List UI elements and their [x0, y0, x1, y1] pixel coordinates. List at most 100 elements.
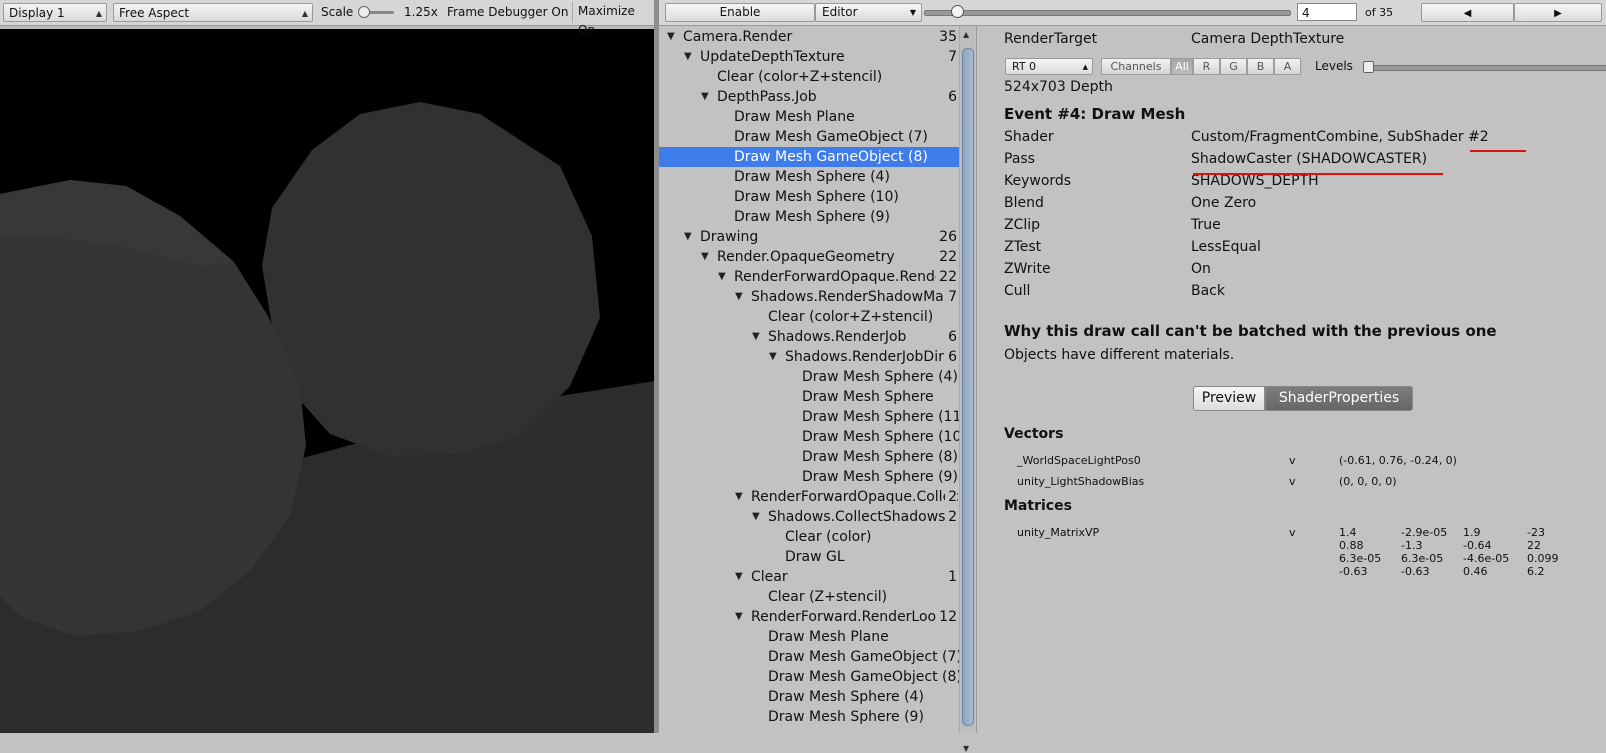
tree-row[interactable]: Draw Mesh Plane	[659, 107, 961, 127]
tree-row[interactable]: Draw Mesh Sphere (11)	[659, 407, 961, 427]
enable-button[interactable]: Enable	[665, 3, 815, 22]
channel-a-button[interactable]: A	[1274, 58, 1301, 75]
expand-triangle-icon[interactable]: ▼	[684, 227, 692, 247]
tree-row[interactable]: Draw Mesh GameObject (7)	[659, 127, 961, 147]
tree-row[interactable]: Draw Mesh GameObject (7)	[659, 647, 961, 667]
scroll-down-icon[interactable]: ▼	[963, 744, 969, 753]
matrix-cell: -2.9e-05	[1401, 526, 1448, 539]
vector-name: _WorldSpaceLightPos0	[1017, 454, 1141, 467]
expand-triangle-icon[interactable]: ▼	[684, 47, 692, 67]
matrix-cell: 22	[1527, 539, 1541, 552]
tree-row[interactable]: Draw Mesh Plane	[659, 627, 961, 647]
render-target-label: RenderTarget	[1004, 31, 1098, 47]
tree-row[interactable]: Clear (Z+stencil)	[659, 587, 961, 607]
frame-debugger-toggle[interactable]: Frame Debugger On	[442, 3, 568, 22]
expand-triangle-icon[interactable]: ▼	[735, 487, 743, 507]
tab-preview[interactable]: Preview	[1193, 386, 1265, 411]
tree-row[interactable]: ▼ Camera.Render 35	[659, 27, 961, 47]
channel-g-button[interactable]: G	[1220, 58, 1247, 75]
matrix-cell: 6.3e-05	[1339, 552, 1382, 565]
expand-triangle-icon[interactable]: ▼	[735, 287, 743, 307]
scrollbar-thumb[interactable]	[962, 48, 974, 726]
tree-row[interactable]: Draw Mesh Sphere (4)	[659, 167, 961, 187]
channel-b-button[interactable]: B	[1247, 58, 1274, 75]
levels-slider-track[interactable]	[1365, 65, 1606, 71]
display-dropdown-label: Display 1	[9, 6, 65, 20]
expand-triangle-icon[interactable]: ▼	[718, 267, 726, 287]
event-index-field[interactable]: 4	[1297, 3, 1357, 21]
arrow-right-icon: ▶	[1554, 8, 1562, 19]
tree-row[interactable]: Draw Mesh Sphere (4)	[659, 367, 961, 387]
tree-row[interactable]: ▼ Shadows.CollectShadows 2	[659, 507, 961, 527]
expand-triangle-icon[interactable]: ▼	[735, 567, 743, 587]
aspect-dropdown[interactable]: Free Aspect ▲	[113, 3, 313, 22]
tree-row[interactable]: Draw Mesh Sphere (9)	[659, 707, 961, 727]
game-viewport[interactable]	[0, 26, 655, 733]
tree-row[interactable]: ▼ Shadows.RenderJob 6	[659, 327, 961, 347]
tree-row[interactable]: ▼ RenderForwardOpaque.Render 22	[659, 267, 961, 287]
tree-row-label: Render.OpaqueGeometry	[717, 249, 895, 265]
property-value: On	[1191, 261, 1211, 277]
frame-debugger-toolbar: Enable Editor ▼ 4 of 35 ◀ ▶	[659, 0, 1606, 26]
tab-shader-properties[interactable]: ShaderProperties	[1265, 386, 1413, 411]
tree-row[interactable]: Draw Mesh GameObject (8)	[659, 667, 961, 687]
tree-row[interactable]: Draw Mesh Sphere (9)	[659, 467, 961, 487]
render-target-value: Camera DepthTexture	[1191, 31, 1345, 47]
tree-row-label: Draw Mesh Sphere (8)	[802, 449, 958, 465]
tree-row[interactable]: ▼ RenderForward.RenderLoopJob 12	[659, 607, 961, 627]
levels-slider-thumb[interactable]	[1363, 61, 1374, 73]
tree-row[interactable]: Clear (color+Z+stencil)	[659, 67, 961, 87]
tree-row[interactable]: ▼ DepthPass.Job 6	[659, 87, 961, 107]
expand-triangle-icon[interactable]: ▼	[701, 87, 709, 107]
previous-event-button[interactable]: ◀	[1421, 3, 1514, 22]
scroll-up-icon[interactable]: ▲	[963, 30, 969, 39]
matrix-cell: 0.88	[1339, 539, 1364, 552]
display-dropdown[interactable]: Display 1 ▲	[3, 3, 107, 22]
resolution-label: 524x703 Depth	[1004, 79, 1113, 95]
property-label: ZTest	[1004, 239, 1042, 255]
matrix-cell: -0.63	[1339, 565, 1368, 578]
tree-row[interactable]: Draw Mesh Sphere (4)	[659, 687, 961, 707]
expand-triangle-icon[interactable]: ▼	[735, 607, 743, 627]
tree-row[interactable]: Draw Mesh Sphere (10)	[659, 187, 961, 207]
scale-slider-thumb[interactable]	[358, 6, 370, 18]
channel-r-button[interactable]: R	[1193, 58, 1220, 75]
property-label: Shader	[1004, 129, 1054, 145]
channel-all-button[interactable]: All	[1171, 58, 1193, 75]
tree-row-label: Draw Mesh Sphere	[802, 389, 934, 405]
tree-row[interactable]: Draw Mesh GameObject (8)	[659, 147, 961, 167]
tree-row[interactable]: ▼ Drawing 26	[659, 227, 961, 247]
tree-row[interactable]: Draw Mesh Sphere (10)	[659, 427, 961, 447]
tree-row-label: Draw Mesh GameObject (8)	[734, 149, 928, 165]
tree-row[interactable]: Clear (color+Z+stencil)	[659, 307, 961, 327]
maximize-on-play-toggle[interactable]: Maximize On	[572, 2, 655, 37]
tree-row[interactable]: Draw Mesh Sphere	[659, 387, 961, 407]
vector-type: v	[1289, 454, 1296, 467]
tree-row[interactable]: ▼ RenderForwardOpaque.CollectShadows2	[659, 487, 961, 507]
event-slider-thumb[interactable]	[951, 5, 965, 18]
expand-triangle-icon[interactable]: ▼	[667, 27, 675, 47]
tree-row-label: Draw Mesh Plane	[734, 109, 855, 125]
next-event-button[interactable]: ▶	[1514, 3, 1602, 22]
expand-triangle-icon[interactable]: ▼	[752, 507, 760, 527]
editor-dropdown[interactable]: Editor ▼	[815, 3, 922, 22]
expand-triangle-icon[interactable]: ▼	[752, 327, 760, 347]
expand-triangle-icon[interactable]: ▼	[769, 347, 777, 367]
tree-row[interactable]: Draw GL	[659, 547, 961, 567]
hierarchy-scrollbar[interactable]: ▲ ▼	[959, 26, 975, 753]
tree-row-label: DepthPass.Job	[717, 89, 817, 105]
event-slider-track[interactable]	[924, 10, 1291, 16]
expand-triangle-icon[interactable]: ▼	[701, 247, 709, 267]
tree-row[interactable]: Draw Mesh Sphere (9)	[659, 207, 961, 227]
tree-row-count: 6	[945, 87, 957, 107]
property-value: SHADOWS_DEPTH	[1191, 173, 1319, 189]
tree-row[interactable]: ▼ Shadows.RenderJobDir 6	[659, 347, 961, 367]
tree-row[interactable]: ▼ Shadows.RenderShadowMap 7	[659, 287, 961, 307]
tree-row[interactable]: ▼ UpdateDepthTexture 7	[659, 47, 961, 67]
property-value: Back	[1191, 283, 1225, 299]
tree-row[interactable]: Clear (color)	[659, 527, 961, 547]
tree-row[interactable]: ▼ Clear 1	[659, 567, 961, 587]
tree-row[interactable]: Draw Mesh Sphere (8)	[659, 447, 961, 467]
render-target-dropdown[interactable]: RT 0 ▲	[1005, 58, 1093, 75]
tree-row[interactable]: ▼ Render.OpaqueGeometry 22	[659, 247, 961, 267]
